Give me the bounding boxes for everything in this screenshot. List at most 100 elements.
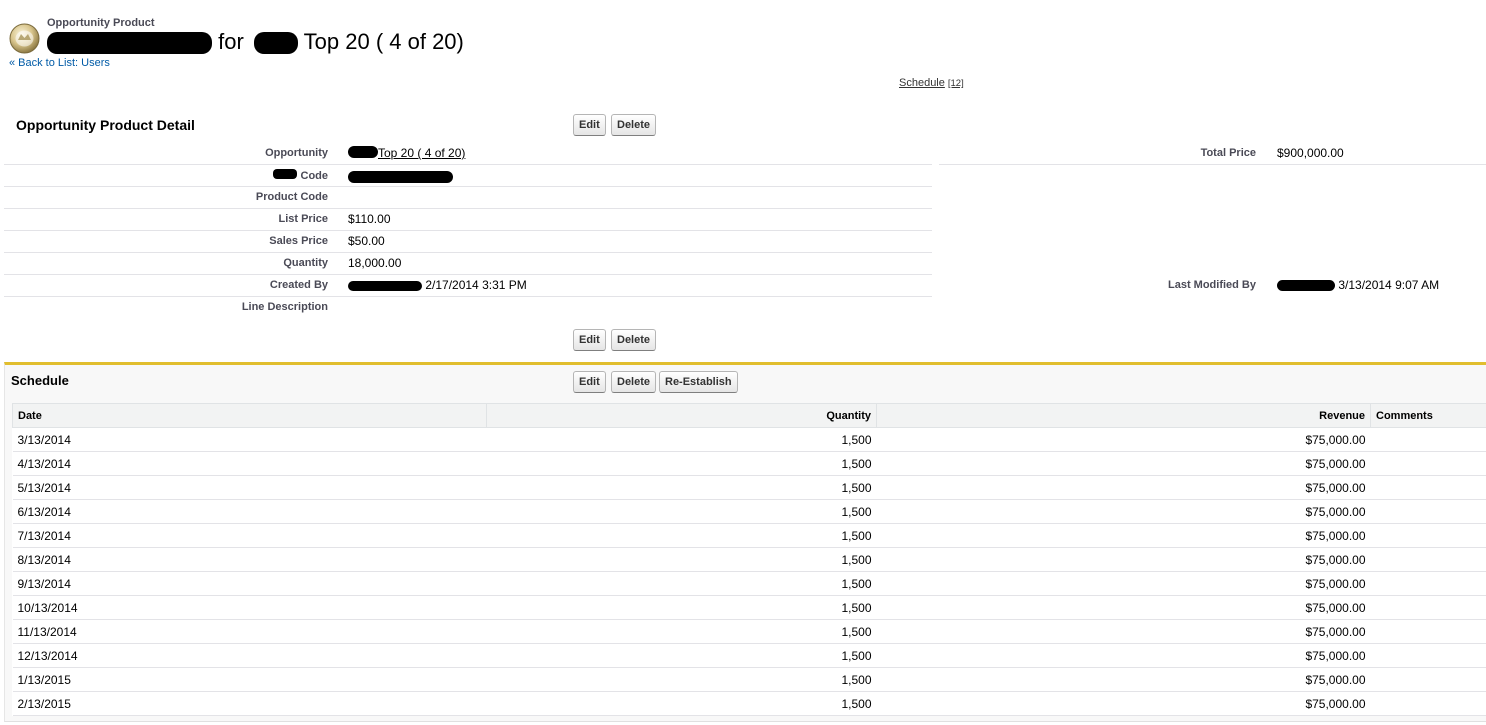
table-row: 6/13/2014 1,500 $75,000.00	[12, 499, 1486, 524]
page-title: for Top 20 ( 4 of 20)	[47, 29, 464, 55]
schedule-cell-revenue: $75,000.00	[876, 475, 1371, 500]
schedule-cell-date: 6/13/2014	[12, 499, 487, 524]
created-by-date: 2/17/2014 3:31 PM	[425, 278, 527, 292]
row-divider	[4, 274, 932, 275]
schedule-cell-quantity: 1,500	[486, 619, 877, 644]
product-code-label: Product Code	[255, 191, 328, 203]
row-divider	[4, 296, 932, 297]
schedule-cell-revenue: $75,000.00	[876, 571, 1371, 596]
schedule-cell-revenue: $75,000.00	[876, 667, 1371, 692]
schedule-cell-comments	[1370, 691, 1486, 716]
opportunity-product-coin-icon	[9, 23, 40, 54]
schedule-cell-revenue: $75,000.00	[876, 691, 1371, 716]
schedule-table: Date Quantity Revenue Comments 3/13/2014…	[12, 403, 1486, 716]
schedule-cell-quantity: 1,500	[486, 571, 877, 596]
schedule-cell-revenue: $75,000.00	[876, 499, 1371, 524]
column-header-quantity[interactable]: Quantity	[486, 403, 877, 428]
opportunity-link[interactable]: Top 20 ( 4 of 20)	[378, 146, 465, 160]
schedule-related-link[interactable]: Schedule	[899, 77, 945, 89]
code-label-text: Code	[300, 170, 329, 182]
schedule-cell-date: 5/13/2014	[12, 475, 487, 500]
schedule-cell-quantity: 1,500	[486, 523, 877, 548]
redacted-code-value	[348, 170, 453, 183]
list-price-value: $110.00	[348, 212, 391, 226]
code-label: Code	[273, 169, 328, 182]
created-by-label: Created By	[269, 279, 328, 291]
redacted-product-name	[47, 32, 212, 55]
redacted-code-prefix	[273, 169, 298, 179]
schedule-cell-quantity: 1,500	[486, 547, 877, 572]
schedule-cell-date: 11/13/2014	[12, 619, 487, 644]
table-row: 1/13/2015 1,500 $75,000.00	[12, 667, 1486, 692]
schedule-cell-comments	[1370, 595, 1486, 620]
quantity-label: Quantity	[283, 257, 328, 269]
page-title-for: for	[218, 29, 244, 54]
list-price-label: List Price	[278, 213, 328, 225]
schedule-related-count: [12]	[947, 78, 964, 89]
line-description-label: Line Description	[241, 301, 328, 313]
redacted-account-name	[253, 32, 298, 55]
schedule-cell-comments	[1370, 667, 1486, 692]
schedule-cell-quantity: 1,500	[486, 427, 877, 452]
table-row: 11/13/2014 1,500 $75,000.00	[12, 619, 1486, 644]
table-row: 3/13/2014 1,500 $75,000.00	[12, 427, 1486, 452]
delete-button-bottom[interactable]: Delete	[611, 329, 657, 351]
delete-button-top[interactable]: Delete	[611, 114, 657, 136]
edit-button-top[interactable]: Edit	[573, 114, 606, 136]
schedule-cell-comments	[1370, 571, 1486, 596]
column-header-date[interactable]: Date	[12, 403, 487, 428]
opportunity-value: Top 20 ( 4 of 20)	[348, 146, 465, 160]
table-row: 12/13/2014 1,500 $75,000.00	[12, 643, 1486, 668]
schedule-edit-button[interactable]: Edit	[573, 371, 606, 393]
table-row: 10/13/2014 1,500 $75,000.00	[12, 595, 1486, 620]
schedule-cell-quantity: 1,500	[486, 595, 877, 620]
schedule-cell-date: 7/13/2014	[12, 523, 487, 548]
object-type-label: Opportunity Product	[47, 17, 155, 29]
opportunity-label: Opportunity	[265, 147, 328, 159]
schedule-cell-date: 1/13/2015	[12, 667, 487, 692]
schedule-cell-quantity: 1,500	[486, 667, 877, 692]
last-modified-value: 3/13/2014 9:07 AM	[1277, 278, 1439, 292]
schedule-cell-revenue: $75,000.00	[876, 619, 1371, 644]
quantity-value: 18,000.00	[348, 256, 402, 270]
schedule-cell-date: 2/13/2015	[12, 691, 487, 716]
schedule-heading: Schedule	[11, 373, 69, 388]
column-header-revenue[interactable]: Revenue	[876, 403, 1371, 428]
schedule-cell-comments	[1370, 619, 1486, 644]
table-row: 2/13/2015 1,500 $75,000.00	[12, 691, 1486, 716]
sales-price-value: $50.00	[348, 234, 385, 248]
schedule-cell-quantity: 1,500	[486, 475, 877, 500]
table-row: 9/13/2014 1,500 $75,000.00	[12, 571, 1486, 596]
schedule-reestablish-button[interactable]: Re-Establish	[659, 371, 738, 393]
schedule-cell-quantity: 1,500	[486, 691, 877, 716]
schedule-cell-comments	[1370, 643, 1486, 668]
edit-button-bottom[interactable]: Edit	[573, 329, 606, 351]
schedule-cell-revenue: $75,000.00	[876, 547, 1371, 572]
redacted-created-by-user	[348, 280, 422, 291]
schedule-cell-revenue: $75,000.00	[876, 595, 1371, 620]
last-modified-date: 3/13/2014 9:07 AM	[1338, 278, 1440, 292]
row-divider	[4, 208, 932, 209]
schedule-delete-button[interactable]: Delete	[611, 371, 657, 393]
schedule-cell-revenue: $75,000.00	[876, 643, 1371, 668]
row-divider	[4, 186, 932, 187]
detail-section-heading: Opportunity Product Detail	[16, 117, 195, 133]
schedule-cell-comments	[1370, 427, 1486, 452]
row-divider	[4, 164, 932, 165]
table-row: 4/13/2014 1,500 $75,000.00	[12, 451, 1486, 476]
redacted-account	[348, 146, 378, 158]
sales-price-label: Sales Price	[269, 235, 328, 247]
schedule-cell-date: 8/13/2014	[12, 547, 487, 572]
total-price-value: $900,000.00	[1277, 146, 1344, 160]
schedule-cell-quantity: 1,500	[486, 499, 877, 524]
schedule-cell-date: 9/13/2014	[12, 571, 487, 596]
code-value	[348, 169, 453, 183]
column-header-comments[interactable]: Comments	[1370, 403, 1486, 428]
schedule-cell-quantity: 1,500	[486, 643, 877, 668]
schedule-cell-quantity: 1,500	[486, 451, 877, 476]
schedule-cell-revenue: $75,000.00	[876, 523, 1371, 548]
schedule-cell-date: 12/13/2014	[12, 643, 487, 668]
back-to-list-link[interactable]: « Back to List: Users	[9, 57, 110, 69]
schedule-cell-revenue: $75,000.00	[876, 451, 1371, 476]
schedule-cell-revenue: $75,000.00	[876, 427, 1371, 452]
